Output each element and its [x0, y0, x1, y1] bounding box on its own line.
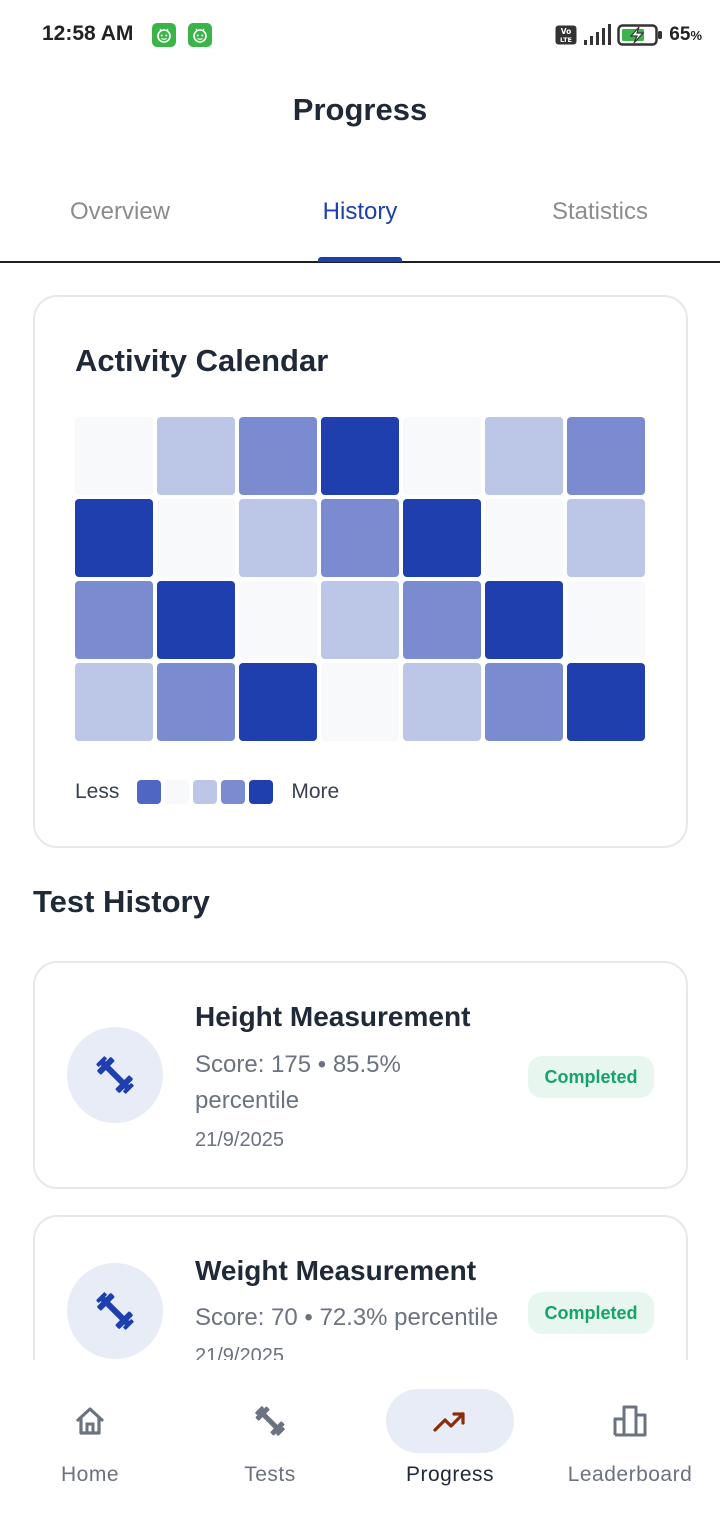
nav-label: Home [60, 1463, 120, 1486]
trending-up-icon [432, 1403, 468, 1439]
heatmap-cell [75, 417, 153, 495]
tab-statistics[interactable]: Statistics [480, 198, 720, 226]
heatmap-cell [321, 417, 399, 495]
home-icon [72, 1403, 108, 1439]
heatmap-cell [75, 499, 153, 577]
heatmap-legend: Less More [75, 777, 339, 807]
nav-label: Progress [405, 1463, 495, 1486]
nav-label: Leaderboard [567, 1463, 693, 1486]
heatmap-cell [239, 663, 317, 741]
heatmap-cell [403, 581, 481, 659]
test-history-title: Test History [33, 884, 210, 919]
test-name: Weight Measurement [195, 1255, 477, 1286]
heatmap-cell [567, 581, 645, 659]
heatmap-cell [321, 499, 399, 577]
heatmap-cell [567, 417, 645, 495]
dumbbell-icon [252, 1403, 288, 1439]
heatmap-cell [567, 663, 645, 741]
nav-item-home[interactable]: Home [0, 1360, 180, 1520]
dumbbell-icon [96, 1056, 134, 1094]
legend-swatch [193, 780, 218, 804]
heatmap-cell [485, 417, 563, 495]
heatmap-cell [157, 663, 235, 741]
test-name: Height Measurement [195, 1001, 471, 1032]
test-score: Score: 70 • 72.3% percentile [195, 1304, 499, 1331]
signal-icon [583, 24, 612, 46]
dumbbell-icon [96, 1292, 134, 1330]
heatmap-cell [403, 663, 481, 741]
heatmap-cell [321, 663, 399, 741]
status-badge: Completed [528, 1292, 654, 1334]
heatmap-cell [75, 663, 153, 741]
legend-swatches [137, 780, 274, 804]
tab-bar: Overview History Statistics [0, 180, 720, 263]
legend-swatch [221, 780, 246, 804]
nav-item-leaderboard[interactable]: Leaderboard [540, 1360, 720, 1520]
heatmap-cell [157, 417, 235, 495]
heatmap-cell [157, 581, 235, 659]
bottom-navigation: Home Tests Progress Leaderboard [0, 1360, 720, 1520]
test-icon-container [67, 1027, 163, 1123]
legend-swatch [137, 780, 162, 804]
volte-icon: Vo LTE [555, 25, 577, 45]
test-score: Score: 175 • 85.5% percentile [195, 1051, 401, 1114]
heatmap-cell [403, 417, 481, 495]
heatmap-cell [239, 417, 317, 495]
heatmap-cell [403, 499, 481, 577]
status-badge: Completed [528, 1056, 654, 1098]
heatmap-cell [567, 499, 645, 577]
svg-text:Vo: Vo [561, 27, 572, 36]
legend-less-label: Less [75, 780, 120, 803]
activity-heatmap [75, 417, 649, 745]
page-title: Progress [292, 92, 428, 127]
android-face-icon [188, 23, 212, 47]
legend-swatch [165, 780, 190, 804]
heatmap-cell [157, 499, 235, 577]
status-indicators: Vo LTE 65% [555, 22, 702, 48]
tab-overview[interactable]: Overview [0, 198, 240, 226]
nav-item-progress[interactable]: Progress [360, 1360, 540, 1520]
battery-percentage: 65% [669, 24, 702, 45]
test-icon-container [67, 1263, 163, 1359]
status-bar: 12:58 AM Vo LTE 65% [0, 0, 720, 70]
test-history-item[interactable]: Height Measurement Score: 175 • 85.5% pe… [33, 961, 688, 1189]
heatmap-cell [485, 663, 563, 741]
battery-charging-icon [617, 23, 663, 47]
legend-swatch [249, 780, 274, 804]
nav-item-tests[interactable]: Tests [180, 1360, 360, 1520]
heatmap-cell [75, 581, 153, 659]
heatmap-cell [321, 581, 399, 659]
activity-calendar-title: Activity Calendar [75, 343, 329, 378]
leaderboard-icon [612, 1403, 648, 1439]
android-face-icon [152, 23, 176, 47]
tab-active-indicator [318, 257, 402, 262]
tab-history[interactable]: History [240, 198, 480, 226]
activity-calendar-card: Activity Calendar Less More [33, 295, 688, 848]
heatmap-cell [239, 499, 317, 577]
test-date: 21/9/2025 [195, 1129, 284, 1151]
heatmap-cell [239, 581, 317, 659]
nav-label: Tests [244, 1463, 296, 1486]
legend-more-label: More [291, 780, 340, 803]
heatmap-cell [485, 499, 563, 577]
heatmap-cell [485, 581, 563, 659]
status-time: 12:58 AM [42, 22, 134, 45]
svg-text:LTE: LTE [560, 36, 572, 44]
